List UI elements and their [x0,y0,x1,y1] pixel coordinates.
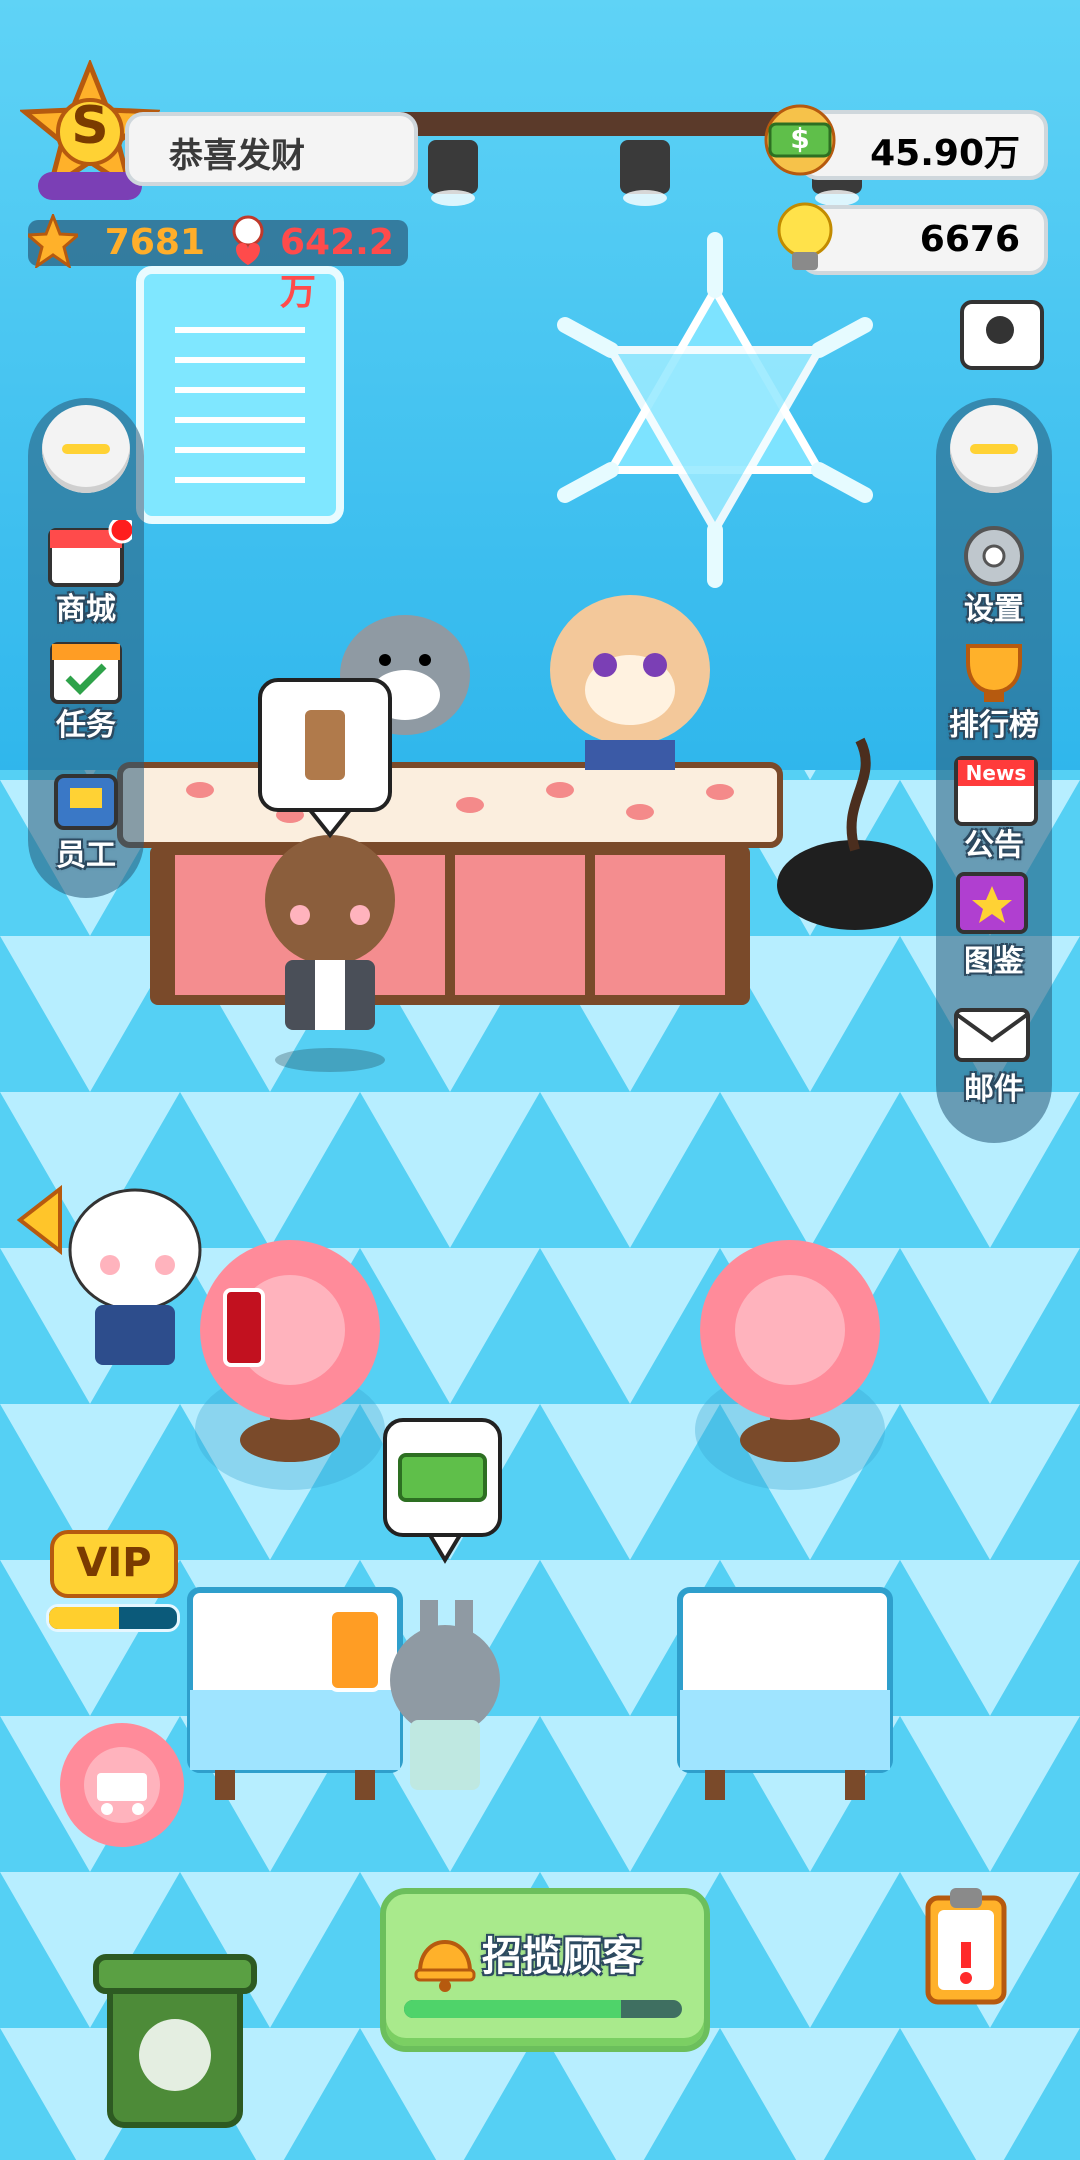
camera-icon [986,316,1014,344]
news-button[interactable]: News 公告 [946,752,1042,863]
fans-heart-icon [226,215,270,269]
vip-label: VIP [76,1540,152,1586]
recruit-progress-bar [404,2000,682,2018]
collection-label: 图鉴 [964,944,1024,979]
shop-button[interactable]: 商城 [40,516,136,627]
bell-icon [414,1940,476,1992]
ranking-label: 排行榜 [949,708,1039,743]
tasks-icon [50,642,122,704]
money-value: 45.90万 [870,133,1020,174]
trophy-icon [966,644,1022,702]
money-icon: $ [760,104,840,176]
star-icon [24,211,82,270]
right-collapse-button[interactable] [950,405,1038,493]
order-bubble [258,678,392,839]
order-clipboard-button[interactable] [918,1880,1014,2010]
news-badge: News [958,760,1034,786]
left-arrow-icon [16,1184,62,1256]
mail-label: 邮件 [964,1072,1024,1107]
staff-label: 员工 [56,838,116,873]
settings-label: 设置 [964,592,1024,627]
ranking-button[interactable]: 排行榜 [946,636,1042,743]
settings-button[interactable]: 设置 [946,520,1042,627]
mail-icon [954,1008,1030,1062]
left-collapse-button[interactable] [42,405,130,493]
mail-button[interactable]: 邮件 [946,1000,1042,1107]
collection-book-icon [956,872,1028,934]
news-label: 公告 [964,828,1024,863]
vip-button[interactable]: VIP [40,1500,180,1632]
blossom-table-left [195,1240,385,1490]
fans-count: 642.2万 [280,222,394,313]
camera-button[interactable] [960,300,1044,370]
recruit-customers-button[interactable]: 招揽顾客 [380,1888,710,2052]
vip-progress-fill [49,1607,120,1629]
left-arrow-button[interactable] [14,1184,64,1256]
cart-blossom-icon [60,1723,184,1847]
staff-button[interactable]: 员工 [40,766,132,873]
player-title: 恭喜发财 [169,136,305,176]
stars-count: 7681 [104,222,205,263]
bulb-value: 6676 [919,219,1020,260]
recycle-bin-icon [93,1954,257,2128]
game-scene: S 恭喜发财 7681 642.2万 45.90万 $ 6676 商城 任务 员… [0,0,1080,2160]
recruit-progress-fill [404,2000,621,2018]
ice-table-right [677,1587,893,1800]
shop-label: 商城 [56,592,116,627]
minus-icon [62,444,110,454]
news-icon: News [954,756,1038,826]
bulb-icon [770,200,840,280]
player-title-panel[interactable]: 恭喜发财 [125,112,418,186]
staff-icon [54,774,118,830]
money-symbol: $ [790,122,810,155]
blossom-table-right [695,1240,885,1490]
collection-button[interactable]: 图鉴 [946,868,1042,979]
minus-icon [970,444,1018,454]
gear-icon [964,526,1024,586]
tasks-label: 任务 [56,708,116,743]
vip-progress-bar [46,1604,180,1632]
shop-icon [48,516,136,587]
vip-badge-icon: VIP [50,1530,178,1598]
cart-blossom-button[interactable] [52,1715,192,1855]
clipboard-icon [925,1888,1007,2005]
recruit-label: 招揽顾客 [482,1934,642,1980]
recycle-bin-button[interactable] [90,1935,260,2135]
tasks-button[interactable]: 任务 [40,636,132,743]
